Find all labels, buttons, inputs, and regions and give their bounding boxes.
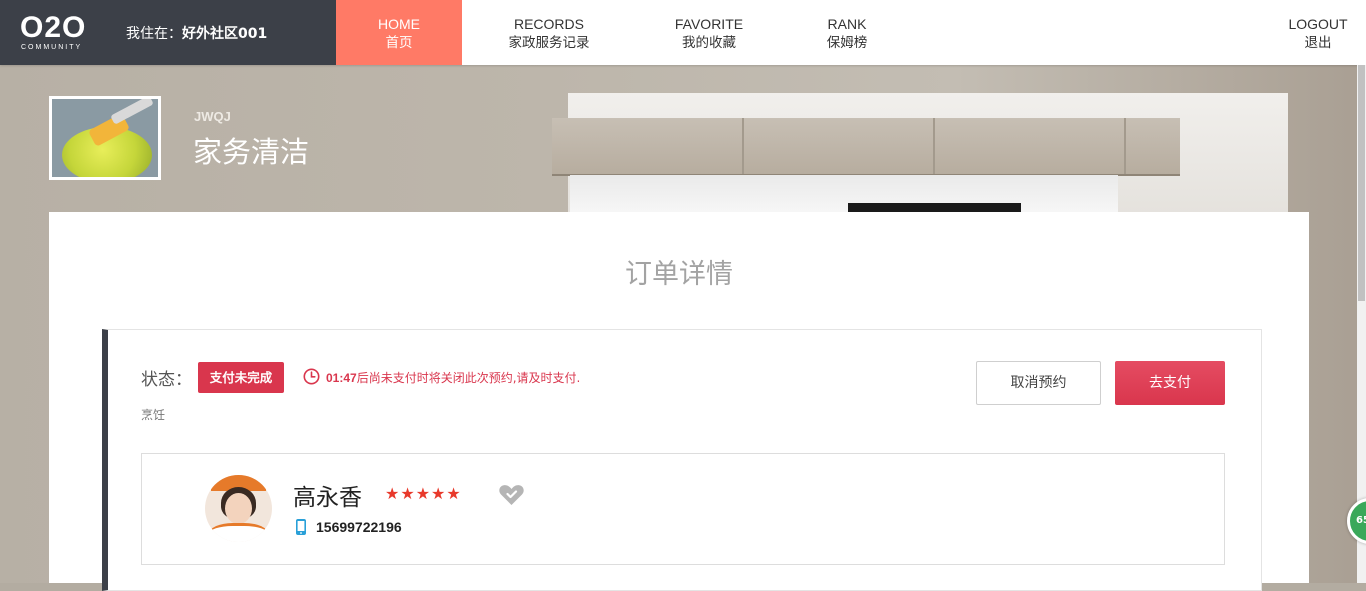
mobile-phone-icon [296, 519, 306, 535]
service-type: 烹饪 [141, 408, 166, 422]
nav-home[interactable]: HOME 首页 [336, 0, 462, 65]
location-prefix: 我住在： [126, 26, 182, 42]
pay-button[interactable]: 去支付 [1115, 361, 1225, 405]
nav-records-cn: 家政服务记录 [508, 35, 590, 51]
avatar-body [209, 523, 268, 542]
worker-avatar[interactable] [205, 475, 272, 542]
nav-favorite-cn: 我的收藏 [682, 35, 736, 51]
order-box: 状态： 支付未完成 01:47后尚未支付时将关闭此次预约,请及时支付. 烹饪 取… [102, 329, 1262, 591]
worker-phone: 15699722196 [316, 519, 402, 535]
brand-area: O2O COMMUNITY 我住在：好外社区001 [0, 0, 336, 65]
logo-subtext: COMMUNITY [21, 44, 83, 51]
nav-favorite-en: FAVORITE [674, 16, 744, 32]
avatar-face [225, 493, 252, 524]
service-title: 家务清洁 [193, 135, 310, 169]
location-display: 我住在：好外社区001 [126, 23, 267, 43]
cabinet-light [570, 175, 1118, 215]
nav-logout[interactable]: LOGOUT 退出 [1280, 0, 1356, 65]
nav-rank-cn: 保姆榜 [826, 35, 868, 51]
nav-rank[interactable]: RANK 保姆榜 [806, 0, 888, 65]
cabinet-divider [933, 118, 935, 174]
page-title: 订单详情 [625, 259, 733, 290]
o2o-community-logo[interactable]: O2O COMMUNITY [20, 10, 100, 55]
status-badge: 支付未完成 [198, 362, 284, 393]
service-code: JWQJ [194, 109, 231, 124]
star-rating: ★★★★★ [385, 484, 462, 503]
cabinet-divider [1124, 118, 1126, 174]
clock-icon [303, 368, 320, 385]
payment-countdown: 01:47后尚未支付时将关闭此次预约,请及时支付. [326, 369, 580, 386]
nav-favorite[interactable]: FAVORITE 我的收藏 [660, 0, 758, 65]
cabinet-divider [742, 118, 744, 174]
nav-records[interactable]: RECORDS 家政服务记录 [490, 0, 608, 65]
kitchen-cabinet [552, 118, 1180, 176]
nav-records-en: RECORDS [513, 16, 584, 32]
nav-home-en: HOME [378, 16, 420, 32]
brush-handle-image [110, 99, 154, 125]
nav-rank-en: RANK [827, 16, 867, 32]
nav-home-cn: 首页 [385, 35, 413, 51]
nav-logout-en: LOGOUT [1288, 16, 1348, 32]
top-navigation: O2O COMMUNITY 我住在：好外社区001 HOME 首页 RECORD… [0, 0, 1366, 65]
countdown-text: 后尚未支付时将关闭此次预约,请及时支付. [356, 371, 581, 385]
status-label: 状态： [141, 370, 192, 390]
cancel-booking-button[interactable]: 取消预约 [976, 361, 1101, 405]
worker-name: 高永香 [293, 485, 362, 511]
logo-text: O2O [20, 11, 87, 44]
worker-info-box: 高永香 ★★★★★ 15699722196 [141, 453, 1225, 565]
service-thumbnail [49, 96, 161, 180]
scrollbar-thumb[interactable] [1358, 65, 1365, 301]
favorite-heart-icon[interactable] [498, 483, 525, 507]
order-detail-card: 订单详情 状态： 支付未完成 01:47后尚未支付时将关闭此次预约,请及时支付.… [49, 212, 1309, 591]
nav-logout-cn: 退出 [1304, 35, 1332, 51]
location-value[interactable]: 好外社区001 [182, 26, 267, 42]
countdown-time: 01:47 [326, 371, 357, 385]
